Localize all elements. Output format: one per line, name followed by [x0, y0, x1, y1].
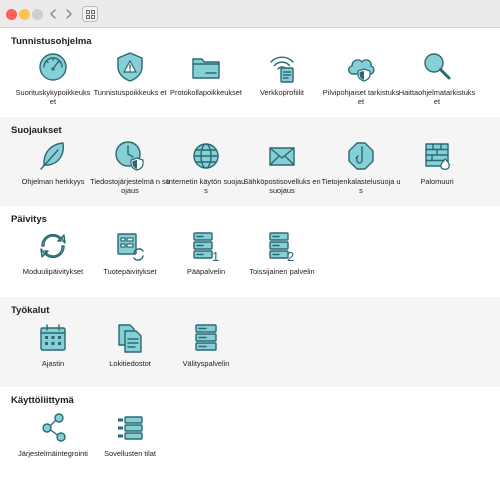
pref-application-statuses[interactable]: Sovellusten tilat [88, 411, 172, 458]
section-title: Työkalut [11, 305, 50, 316]
section-title: Suojaukset [11, 125, 62, 136]
pref-log-files[interactable]: Lokitiedostot [88, 321, 172, 368]
pref-scheduler[interactable]: Ajastin [11, 321, 95, 368]
section-user-interface: Käyttöliittymä Järjestelmäintegrointi So… [0, 387, 500, 479]
pref-performance-exclusions[interactable]: Suorituskykypoikkeuks et [11, 50, 95, 106]
globe-icon [193, 143, 219, 169]
magnifier-icon [424, 53, 451, 80]
pref-web-access-protection[interactable]: Internetin käytön suojaus [164, 139, 248, 195]
integration-icon [42, 413, 66, 442]
shield-warning-icon [117, 52, 143, 82]
envelope-icon [269, 147, 295, 166]
proxy-server-icon [195, 324, 217, 351]
feather-icon [40, 142, 65, 170]
pref-primary-server[interactable]: 1 Pääpalvelin [164, 229, 248, 276]
pref-network-profiles[interactable]: Verkkoprofiilit [240, 50, 324, 97]
product-update-icon [117, 233, 144, 261]
pref-product-updates[interactable]: Tuotepäivitykset [88, 229, 172, 276]
server-1-icon: 1 [193, 232, 219, 263]
pref-secondary-server[interactable]: 2 Toissijainen palvelin [240, 229, 324, 276]
gauge-icon [39, 53, 67, 81]
server-2-icon: 2 [269, 232, 294, 263]
documents-icon [118, 324, 142, 353]
pref-email-client-protection[interactable]: Sähköpostisovelluks en suojaus [240, 139, 324, 195]
pref-application-sensitivity[interactable]: Ohjelman herkkyys [11, 139, 95, 186]
pref-malware-scans[interactable]: Haittaohjelmatarkistuks et [395, 50, 479, 106]
title-bar [0, 0, 500, 28]
cloud-shield-icon [348, 59, 375, 82]
grid-icon [85, 9, 95, 19]
hook-icon [348, 142, 374, 170]
section-detection-engine: Tunnistusohjelma Suorituskykypoikkeuks e… [0, 28, 500, 117]
pref-protocol-exclusions[interactable]: Protokollapoikkeukset [164, 50, 248, 97]
chevron-right-icon [66, 9, 72, 19]
svg-text:2: 2 [287, 249, 294, 263]
pref-module-updates[interactable]: Moduulipäivitykset [11, 229, 95, 276]
wifi-document-icon [270, 56, 294, 83]
svg-text:1: 1 [212, 249, 219, 263]
app-states-icon [118, 416, 143, 440]
section-tools: Työkalut Ajastin Lokitiedostot Välityspa… [0, 297, 500, 387]
pref-proxy-server[interactable]: Välityspalvelin [164, 321, 248, 368]
pref-phishing-protection[interactable]: Tietojenkalastelusuoja us [319, 139, 403, 195]
chevron-left-icon [50, 9, 56, 19]
calendar-icon [40, 324, 66, 351]
section-protections: Suojaukset Ohjelman herkkyys Tiedostojär… [0, 117, 500, 206]
show-all-button[interactable] [82, 6, 98, 22]
zoom-window-button[interactable] [32, 9, 43, 20]
back-button[interactable] [45, 6, 61, 22]
refresh-icon [40, 233, 66, 259]
pref-system-integration[interactable]: Järjestelmäintegrointi [11, 411, 95, 458]
folder-icon [192, 58, 220, 79]
preferences-window: Tunnistusohjelma Suorituskykypoikkeuks e… [0, 0, 500, 479]
pref-firewall[interactable]: Palomuuri [395, 139, 479, 186]
minimize-window-button[interactable] [19, 9, 30, 20]
pref-file-system-protection[interactable]: Tiedostojärjestelmä n suojaus [88, 139, 172, 195]
section-title: Tunnistusohjelma [11, 36, 92, 47]
firewall-icon [425, 143, 450, 170]
section-update: Päivitys Moduulipäivitykset Tuotepäivity… [0, 206, 500, 297]
forward-button[interactable] [61, 6, 77, 22]
clock-shield-icon [115, 141, 144, 171]
pref-detection-exclusions[interactable]: Tunnistuspoikkeuks et [88, 50, 172, 97]
section-title: Käyttöliittymä [11, 395, 74, 406]
section-title: Päivitys [11, 214, 47, 225]
pref-cloud-checks[interactable]: Pilvipohjaiset tarkistukset [319, 50, 403, 106]
close-window-button[interactable] [6, 9, 17, 20]
